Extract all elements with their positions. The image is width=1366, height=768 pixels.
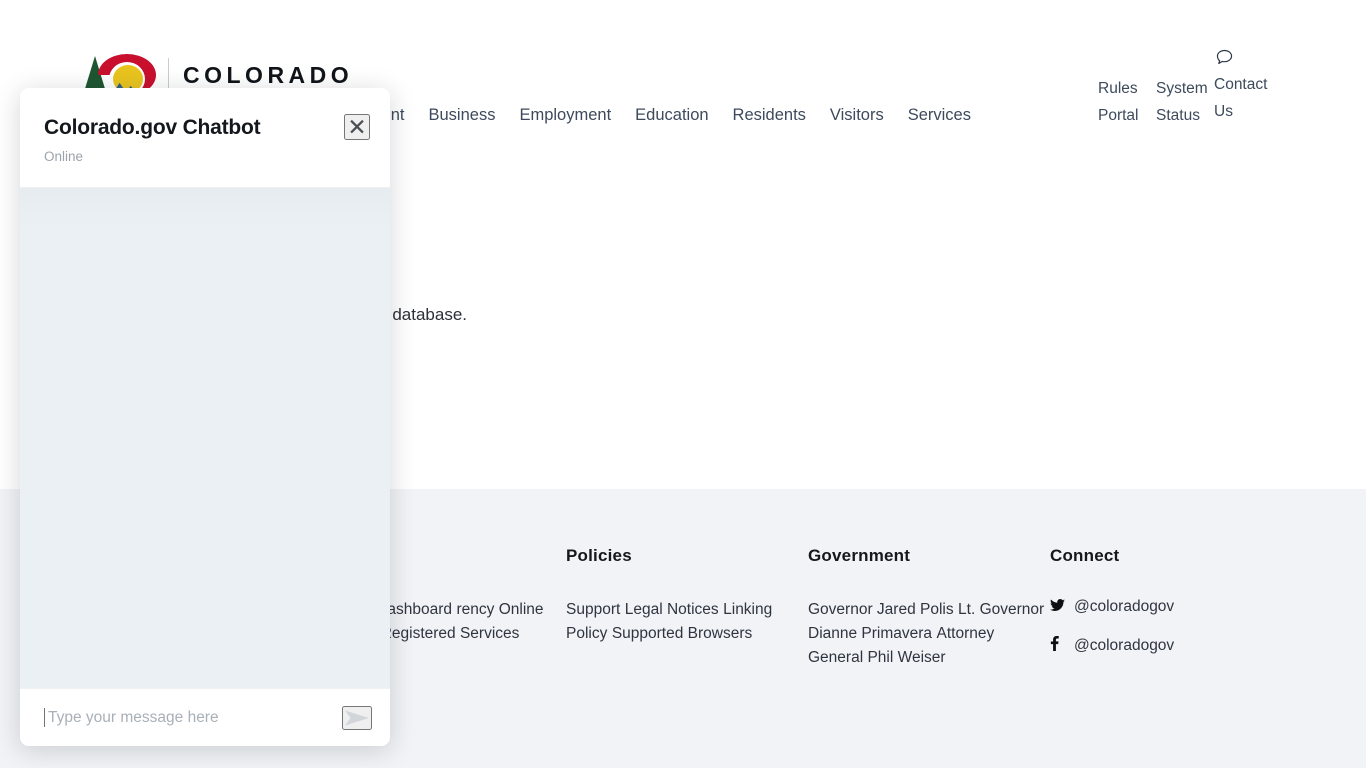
footer-column-government-heading: Government [808, 546, 1050, 566]
facebook-icon [1050, 636, 1065, 655]
chatbot-message-list [20, 188, 390, 688]
close-icon[interactable]: ✕ [344, 114, 370, 140]
logo-divider [168, 58, 169, 92]
chat-bubble-icon [1215, 48, 1234, 77]
twitter-icon [1050, 599, 1065, 616]
chatbot-widget: Colorado.gov Chatbot Online ✕ [20, 88, 390, 746]
nav-link-education[interactable]: Education [635, 106, 708, 125]
chatbot-header: Colorado.gov Chatbot Online ✕ [20, 88, 390, 188]
chatbot-message-input[interactable] [48, 709, 332, 727]
chatbot-status: Online [44, 149, 366, 164]
nav-link-employment[interactable]: Employment [519, 106, 611, 125]
facebook-handle: @coloradogov [1074, 637, 1174, 655]
footer-column-connect: Connect @coloradogov @color [1050, 546, 1292, 752]
footer-link-support[interactable]: Support [566, 601, 620, 618]
footer-column-policies: Policies Support Legal Notices Linking P… [566, 546, 808, 752]
nav-link-services[interactable]: Services [908, 106, 971, 125]
footer-link-legal-notices[interactable]: Legal Notices [625, 601, 719, 618]
footer-column-policies-heading: Policies [566, 546, 808, 566]
footer-column-connect-heading: Connect [1050, 546, 1292, 566]
social-link-twitter[interactable]: @coloradogov [1050, 598, 1292, 616]
page-root: COLORADO Rules Portal System Status Cont… [0, 0, 1366, 768]
logo-wordmark: COLORADO [183, 62, 353, 89]
footer-link-governor[interactable]: Governor Jared Polis [808, 601, 954, 618]
send-icon[interactable] [342, 706, 372, 730]
nav-link-residents[interactable]: Residents [733, 106, 806, 125]
nav-link-business[interactable]: Business [429, 106, 496, 125]
social-link-facebook[interactable]: @coloradogov [1050, 636, 1292, 655]
text-caret [44, 708, 45, 727]
footer-link-supported-browsers[interactable]: Supported Browsers [612, 625, 752, 642]
footer-column-government: Government Governor Jared Polis Lt. Gove… [808, 546, 1050, 752]
chatbot-title: Colorado.gov Chatbot [44, 116, 366, 140]
footer-link-registered-services[interactable]: Registered Services [381, 625, 520, 642]
twitter-handle: @coloradogov [1074, 598, 1174, 616]
nav-link-visitors[interactable]: Visitors [830, 106, 884, 125]
chatbot-input-bar [20, 688, 390, 746]
